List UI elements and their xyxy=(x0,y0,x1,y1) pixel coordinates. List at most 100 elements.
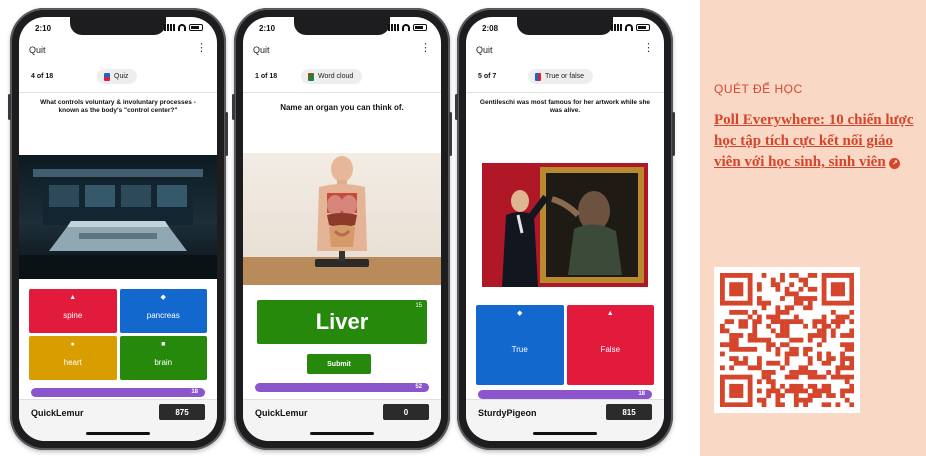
home-indicator[interactable] xyxy=(86,432,150,435)
qr-module xyxy=(720,277,725,283)
qr-module xyxy=(803,388,808,394)
triangle-icon: ▲ xyxy=(606,310,614,317)
qr-module xyxy=(747,337,753,343)
notch xyxy=(70,17,166,35)
qr-module xyxy=(821,300,827,306)
qr-module xyxy=(812,333,818,338)
qr-module xyxy=(807,296,813,301)
quit-button[interactable]: Quit xyxy=(476,45,493,55)
signal-icon xyxy=(611,24,622,31)
submit-button[interactable]: Submit xyxy=(307,354,371,374)
square-icon: ■ xyxy=(161,341,166,348)
activity-type-label: Quiz xyxy=(114,73,129,80)
quit-button[interactable]: Quit xyxy=(29,45,46,55)
qr-module xyxy=(756,379,762,385)
qr-module xyxy=(789,346,795,352)
qr-module xyxy=(849,374,855,380)
answer-option-1[interactable]: ▲ spine xyxy=(29,289,117,333)
home-indicator[interactable] xyxy=(310,432,374,435)
qr-module xyxy=(784,319,790,325)
qr-module xyxy=(844,314,850,320)
qr-module xyxy=(775,393,781,398)
qr-module xyxy=(766,346,772,352)
qr-module xyxy=(729,282,735,288)
question-text: What controls voluntary & involuntary pr… xyxy=(40,99,196,114)
qr-module xyxy=(789,282,795,288)
top-bar: Quit ⋮ xyxy=(19,41,217,59)
answer-true-button[interactable]: ◆ True xyxy=(476,305,564,385)
player-nickname: QuickLemur xyxy=(255,408,308,418)
qr-module xyxy=(720,383,725,389)
qr-module xyxy=(761,397,767,403)
notch xyxy=(294,17,390,35)
qr-module xyxy=(798,365,804,371)
qr-module xyxy=(775,351,781,357)
qr-module xyxy=(775,305,781,311)
qr-module xyxy=(821,286,827,292)
article-link[interactable]: Poll Everywhere: 10 chiến lược học tập t… xyxy=(714,110,914,173)
qr-module xyxy=(803,296,808,301)
qr-module xyxy=(793,346,799,352)
quit-button[interactable]: Quit xyxy=(253,45,270,55)
qr-module xyxy=(844,365,850,371)
qr-module xyxy=(821,319,827,325)
qr-module xyxy=(784,360,790,366)
answer-false-button[interactable]: ▲ False xyxy=(566,305,654,385)
more-options-icon[interactable]: ⋮ xyxy=(643,43,654,54)
painting-photo xyxy=(482,163,648,287)
qr-module xyxy=(775,402,781,408)
answer-option-3[interactable]: ● heart xyxy=(29,336,117,380)
more-options-icon[interactable]: ⋮ xyxy=(420,43,431,54)
more-options-icon[interactable]: ⋮ xyxy=(196,43,207,54)
qr-module xyxy=(729,383,735,389)
qr-module xyxy=(840,356,845,361)
qr-module xyxy=(747,286,753,292)
qr-module xyxy=(733,360,739,366)
qr-module xyxy=(830,300,836,306)
volume-button xyxy=(232,94,235,120)
qr-module xyxy=(770,383,776,389)
qr-module xyxy=(807,360,813,366)
anatomy-model-image xyxy=(243,153,441,285)
qr-module xyxy=(840,282,845,288)
answer-label: brain xyxy=(154,357,173,367)
qr-module xyxy=(812,319,818,325)
qr-module xyxy=(756,397,762,403)
qr-module xyxy=(789,291,795,297)
qr-module xyxy=(821,296,827,301)
qr-module xyxy=(844,273,850,278)
qr-module xyxy=(729,346,735,352)
qr-module xyxy=(830,328,836,334)
qr-module xyxy=(733,356,739,361)
qr-module xyxy=(770,342,776,348)
qr-module xyxy=(849,309,855,315)
home-indicator[interactable] xyxy=(533,432,597,435)
qr-module xyxy=(720,397,725,403)
external-link-icon[interactable]: ↗ xyxy=(889,158,901,169)
qr-module xyxy=(738,319,744,325)
answer-option-2[interactable]: ◆ pancreas xyxy=(119,289,207,333)
qr-module xyxy=(821,388,827,394)
answer-option-4[interactable]: ■ brain xyxy=(119,336,207,380)
status-bar: 2:10 xyxy=(19,17,217,39)
qr-module xyxy=(793,374,799,380)
qr-code-image xyxy=(720,273,855,408)
qr-module xyxy=(743,273,748,278)
article-link-text[interactable]: Poll Everywhere: 10 chiến lược học tập t… xyxy=(714,112,914,170)
response-field[interactable]: Liver 15 xyxy=(257,300,427,344)
qr-module xyxy=(766,370,772,375)
qr-module xyxy=(780,309,785,315)
timer-bar: 18 xyxy=(31,388,205,397)
battery-icon xyxy=(636,24,650,31)
activity-type-label: True or false xyxy=(545,73,585,80)
qr-module xyxy=(752,337,758,343)
qr-module xyxy=(766,374,772,380)
qr-module xyxy=(844,356,850,361)
qr-module xyxy=(775,282,781,288)
qr-module xyxy=(729,286,735,292)
qr-module xyxy=(729,319,735,325)
answer-label: heart xyxy=(63,357,82,367)
qr-module xyxy=(784,342,790,348)
qr-module xyxy=(793,291,799,297)
qr-module xyxy=(752,365,758,371)
